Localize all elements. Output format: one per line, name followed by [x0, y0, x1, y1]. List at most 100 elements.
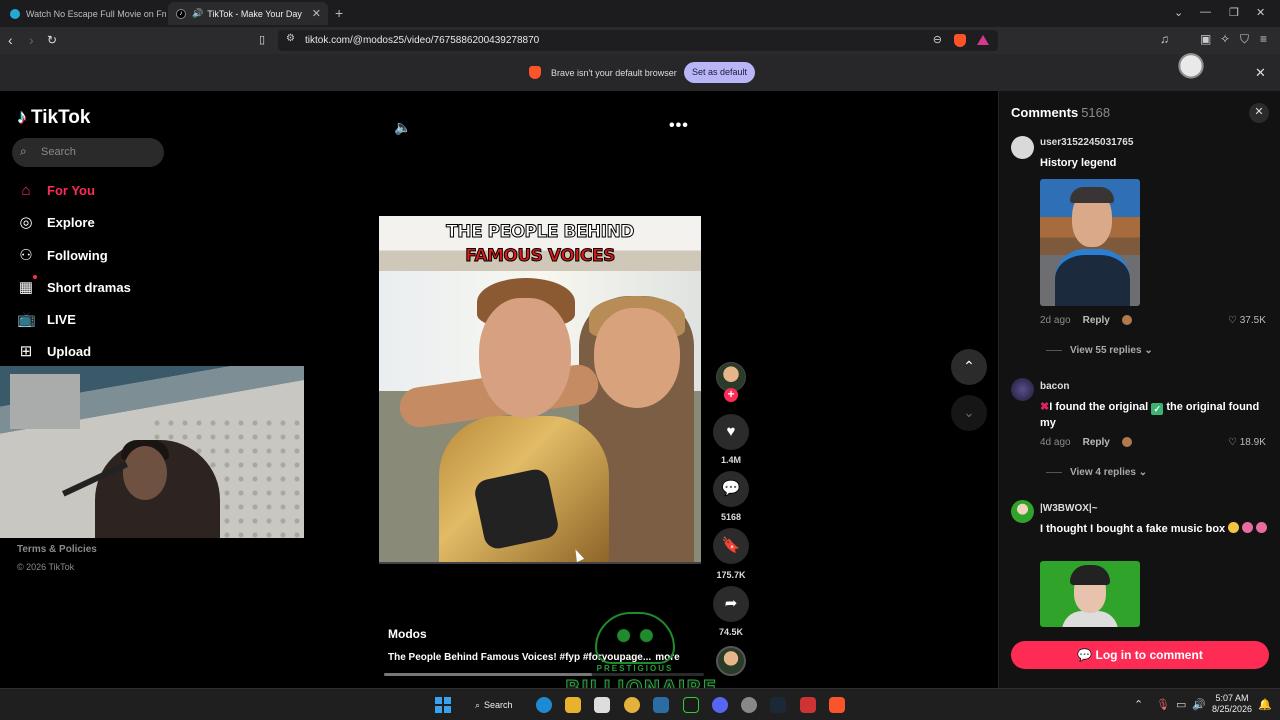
avatar[interactable]: [1011, 136, 1034, 159]
tab-fmovies[interactable]: Watch No Escape Full Movie on Fmo: [2, 2, 166, 25]
like-button[interactable]: ♥: [713, 414, 749, 450]
brave-shields-icon[interactable]: [954, 34, 966, 47]
reply-button[interactable]: Reply: [1083, 315, 1110, 326]
brave-rewards-icon[interactable]: [977, 35, 989, 45]
sidebar-item-live[interactable]: 📺 LIVE: [17, 307, 76, 331]
close-infobar-icon[interactable]: ✕: [1255, 65, 1266, 81]
wallet-icon[interactable]: ▣: [1200, 32, 1211, 46]
maximize-icon[interactable]: ❐: [1229, 6, 1239, 19]
reload-icon[interactable]: ↻: [47, 33, 57, 47]
avatar[interactable]: [1011, 500, 1034, 523]
comment-text: History legend: [1040, 157, 1117, 169]
video-face-left: [479, 298, 571, 418]
previous-video-button[interactable]: ⌃: [951, 349, 987, 385]
cross-emoji-icon: ✖: [1040, 401, 1050, 413]
login-label: Log in to comment: [1095, 648, 1203, 662]
set-as-default-button[interactable]: Set as default: [684, 62, 756, 83]
new-tab-icon[interactable]: +: [335, 5, 343, 21]
sidebar-item-upload[interactable]: ⊞ Upload: [17, 339, 91, 363]
close-tab-icon[interactable]: ✕: [312, 7, 321, 20]
comment-age: 2d ago: [1040, 315, 1071, 326]
taskbar-clock[interactable]: 5:07 AM 8/25/2026: [1210, 693, 1254, 715]
watermark-line-1: PRESTIGIOUS: [596, 664, 674, 673]
video-progress-track[interactable]: [379, 562, 701, 564]
view-replies-button[interactable]: View 55 replies ⌄: [1046, 345, 1153, 356]
discord-icon[interactable]: [712, 697, 728, 713]
close-window-icon[interactable]: ✕: [1256, 6, 1265, 19]
back-icon[interactable]: ‹: [8, 32, 13, 48]
replies-divider: [1046, 471, 1062, 473]
network-icon[interactable]: ▭: [1176, 698, 1186, 711]
menu-icon[interactable]: ≡: [1260, 32, 1267, 46]
vpn-shield-icon[interactable]: ⛉: [1240, 32, 1249, 47]
prestigious-billionaire-watermark: PRESTIGIOUS BILLIONAIRE: [565, 612, 717, 701]
store-icon[interactable]: [594, 697, 610, 713]
speaker-icon[interactable]: 🔊: [192, 8, 203, 19]
tiktok-logo[interactable]: ♪ TikTok: [17, 106, 90, 129]
video-author[interactable]: Modos: [388, 627, 427, 641]
sidebar-item-label: Upload: [47, 343, 92, 359]
microphone-icon[interactable]: 🎙: [1156, 698, 1170, 711]
brave-icon[interactable]: [829, 697, 845, 713]
windows-start-icon[interactable]: [435, 697, 451, 713]
nvidia-icon[interactable]: [683, 697, 699, 713]
comment-count: 5168: [720, 512, 742, 522]
comment-username[interactable]: bacon: [1040, 381, 1069, 392]
tab-tiktok[interactable]: ♪ 🔊 TikTok - Make Your Day ✕: [168, 2, 328, 25]
sidebar-item-explore[interactable]: ◎ Explore: [17, 210, 94, 234]
steam-alt-icon[interactable]: [653, 697, 669, 713]
comment-username[interactable]: user3152245031765: [1040, 137, 1133, 148]
sidebar-item-for-you[interactable]: ⌂ For You: [17, 178, 94, 202]
minimize-icon[interactable]: —: [1200, 6, 1211, 18]
video-player[interactable]: THE PEOPLE BEHIND FAMOUS VOICES: [379, 216, 701, 563]
site-info-icon[interactable]: ⚙: [286, 33, 295, 44]
save-button[interactable]: 🔖: [713, 528, 749, 564]
login-to-comment-button[interactable]: 💬 Log in to comment: [1011, 641, 1269, 669]
comment-image[interactable]: [1040, 561, 1140, 627]
heart-outline-icon: ♡: [1228, 315, 1237, 326]
share-button[interactable]: ➦: [713, 586, 749, 622]
sidebar-item-short-dramas[interactable]: ▦ Short dramas: [17, 275, 131, 299]
file-explorer-icon[interactable]: [565, 697, 581, 713]
avatar[interactable]: [1011, 378, 1034, 401]
next-video-button[interactable]: ⌄: [951, 395, 987, 431]
comment-text-part-a: I found the original: [1049, 401, 1149, 413]
bookmark-icon[interactable]: ▯: [259, 33, 265, 46]
sidebar-item-following[interactable]: ⚇ Following: [17, 243, 107, 267]
reply-button[interactable]: Reply: [1083, 437, 1110, 448]
comment-like-button[interactable]: ♡ 18.9K: [1228, 437, 1266, 448]
volume-icon[interactable]: 🔊: [1192, 698, 1206, 711]
media-icon[interactable]: ♫: [1160, 32, 1169, 46]
comment-button[interactable]: 💬: [713, 471, 749, 507]
comment-image-hair: [1070, 187, 1114, 203]
comment-like-button[interactable]: ♡ 37.5K: [1228, 315, 1266, 326]
chrome-icon[interactable]: [624, 697, 640, 713]
volume-icon[interactable]: 🔈: [394, 119, 411, 136]
video-editor-icon[interactable]: [800, 697, 816, 713]
profile-avatar[interactable]: [1166, 46, 1216, 90]
close-comments-button[interactable]: ✕: [1249, 103, 1269, 123]
leo-ai-icon[interactable]: ✧: [1220, 32, 1230, 46]
share-arrow-icon: ➦: [724, 595, 738, 612]
tiktok-favicon-icon: ♪: [176, 8, 186, 19]
comment-username[interactable]: |W3BWOX|~: [1040, 503, 1098, 514]
follow-plus-icon[interactable]: +: [724, 388, 738, 402]
edge-icon[interactable]: [536, 697, 552, 713]
comment-meta: 4d ago Reply: [1040, 437, 1132, 448]
search-input[interactable]: ⌕ Search: [12, 138, 164, 167]
steam-icon[interactable]: [770, 697, 786, 713]
terms-link[interactable]: Terms & Policies: [17, 544, 97, 555]
url-field[interactable]: ⚙ tiktok.com/@modos25/video/767588620043…: [278, 30, 998, 51]
notification-dot: [33, 275, 37, 279]
zoom-icon[interactable]: ⊖: [933, 33, 942, 46]
more-options-icon[interactable]: •••: [669, 117, 689, 135]
view-replies-button[interactable]: View 4 replies ⌄: [1046, 467, 1147, 478]
sound-disc-avatar[interactable]: [716, 646, 746, 676]
forward-icon[interactable]: ›: [29, 32, 34, 48]
tab-list-chevron-icon[interactable]: ⌄: [1174, 6, 1183, 19]
comment-image[interactable]: [1040, 179, 1140, 306]
settings-icon[interactable]: [741, 697, 757, 713]
taskbar-search-button[interactable]: ⌕ Search: [469, 695, 519, 715]
tray-overflow-icon[interactable]: ⌃: [1134, 698, 1143, 711]
notifications-icon[interactable]: 🔔: [1258, 698, 1272, 711]
